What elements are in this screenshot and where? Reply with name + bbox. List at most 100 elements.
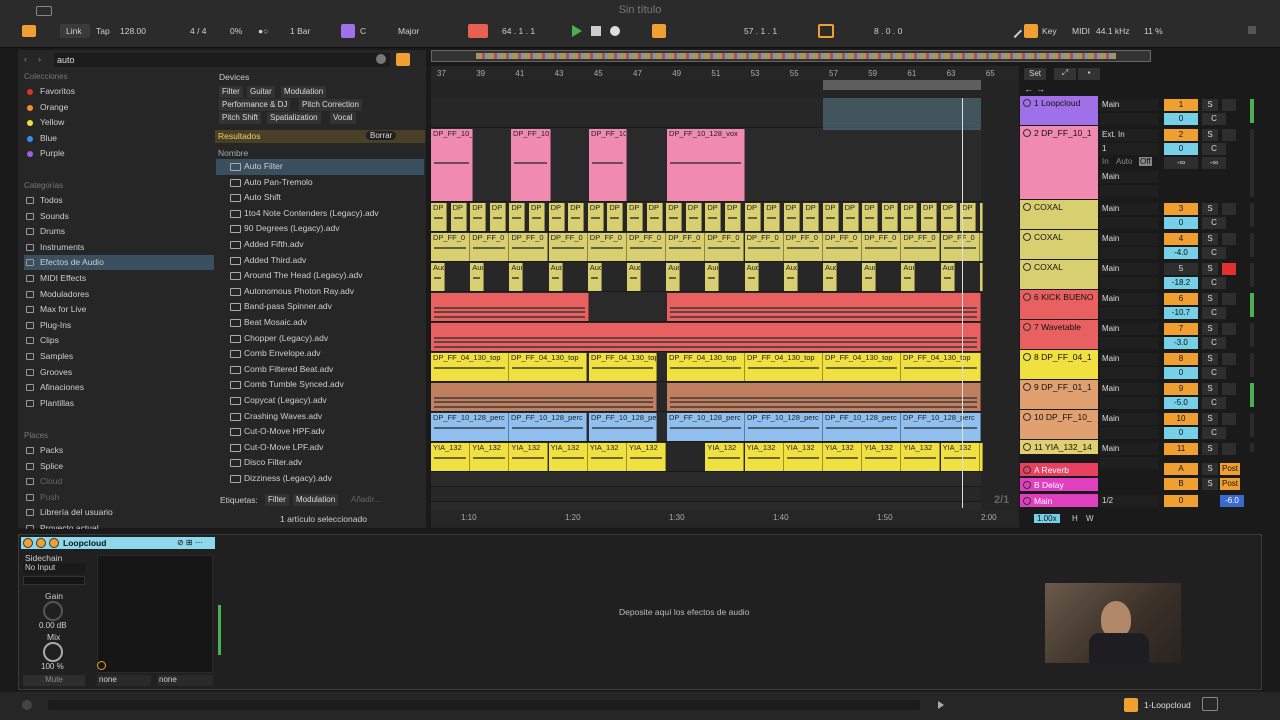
track-lane[interactable]: [431, 292, 981, 322]
filter-tag[interactable]: Vocal: [330, 112, 356, 124]
clip[interactable]: DP_FF_0: [705, 233, 745, 261]
clip[interactable]: YIA_132: [862, 443, 902, 471]
output-select[interactable]: Main: [1100, 99, 1158, 111]
track-lane[interactable]: DP_FF_0 DP_FF_0 DP_FF_0 DP_FF_0 DP_FF_0 DP_FF…: [431, 232, 983, 262]
volume-field[interactable]: 0: [1164, 427, 1198, 439]
clip[interactable]: DP_FF_10_128_perc: [901, 413, 981, 441]
clip[interactable]: DP_FF_0: [783, 233, 823, 261]
clip[interactable]: DP_FF_04_130_top: [509, 353, 587, 381]
clip[interactable]: DP_FF_04_130_top: [745, 353, 823, 381]
place-librería-del-usuario[interactable]: Librería del usuario: [24, 505, 214, 520]
device-preset-icon[interactable]: [49, 538, 59, 548]
pan-field[interactable]: C: [1202, 113, 1226, 125]
output-sub-select[interactable]: [1100, 113, 1158, 125]
clip[interactable]: YIA_132: [979, 443, 983, 471]
clip[interactable]: DP_FF_0: [587, 233, 627, 261]
output-sub-select[interactable]: [1100, 427, 1158, 439]
collection-orange[interactable]: Orange: [24, 100, 214, 115]
clip[interactable]: DP_FF_0: [470, 233, 510, 261]
clip[interactable]: DP: [881, 203, 898, 231]
clear-results-button[interactable]: Borrar: [366, 131, 397, 140]
category-clips[interactable]: Clips: [24, 333, 214, 348]
result-item[interactable]: Dizziness (Legacy).adv: [216, 471, 424, 487]
output-sub-select[interactable]: [1100, 277, 1158, 289]
forward-icon[interactable]: ›: [38, 54, 41, 64]
arrangement-overview[interactable]: [431, 50, 1151, 62]
volume-field[interactable]: 0: [1164, 367, 1198, 379]
clip[interactable]: DP_FF_04_130_top: [901, 353, 981, 381]
clip[interactable]: DP_FF_10_128_vox: [511, 129, 551, 201]
zoom-field[interactable]: 1.00x: [1034, 514, 1060, 523]
clip[interactable]: DP_FF_0: [862, 233, 902, 261]
time-ruler[interactable]: 1:10 1:20 1:30 1:40 1:50 2:00: [431, 510, 1019, 526]
clip[interactable]: DP: [568, 203, 585, 231]
main-activator[interactable]: 0: [1164, 495, 1198, 507]
result-item[interactable]: Auto Shift: [216, 190, 424, 206]
track-lane[interactable]: Aud Aud Aud Aud Aud Aud Aud Aud Aud Aud Aud Aud Aud A…: [431, 262, 983, 292]
warning-icon[interactable]: [1124, 698, 1138, 712]
clip[interactable]: DP_FF_0: [627, 233, 666, 261]
track-activator[interactable]: 7: [1164, 323, 1198, 335]
arm-button[interactable]: [1222, 203, 1236, 215]
main-track[interactable]: Main 1/2 0 -6.0: [1020, 493, 1260, 508]
signature-field[interactable]: 4 / 4: [190, 24, 207, 38]
pan-field[interactable]: C: [1202, 217, 1226, 229]
tempo-field[interactable]: 128.00: [120, 24, 146, 38]
none-select-2[interactable]: none: [157, 675, 213, 686]
solo-button[interactable]: S: [1202, 263, 1218, 275]
track-name[interactable]: 9 DP_FF_01_1: [1020, 380, 1098, 409]
key-map-label[interactable]: Key: [1042, 24, 1057, 38]
automation-arm-icon[interactable]: [652, 24, 666, 38]
volume-field[interactable]: -10.7: [1164, 307, 1198, 319]
result-item[interactable]: Autonomous Photon Ray.adv: [216, 284, 424, 300]
stop-icon[interactable]: [591, 26, 601, 36]
track-name[interactable]: 2 DP_FF_10_1: [1020, 126, 1098, 199]
collection-favoritos[interactable]: Favoritos: [24, 84, 214, 99]
collection-yellow[interactable]: Yellow: [24, 115, 214, 130]
track-name[interactable]: 11 YIA_132_14: [1020, 440, 1098, 454]
track-activator[interactable]: 9: [1164, 383, 1198, 395]
fold-icon[interactable]: [1023, 233, 1031, 241]
clip[interactable]: DP: [979, 203, 983, 231]
result-item[interactable]: 1to4 Note Contenders (Legacy).adv: [216, 206, 424, 222]
pan-field[interactable]: C: [1202, 397, 1226, 409]
solo-button[interactable]: S: [1202, 203, 1218, 215]
place-cloud[interactable]: Cloud: [24, 474, 214, 489]
output-select[interactable]: Main: [1100, 233, 1158, 245]
clip[interactable]: DP_FF_0: [666, 233, 706, 261]
arrangement-view[interactable]: 37 39 41 43 45 47 49 51 53 55 57 59 61 63 65 DP_FF_10_…: [431, 66, 1019, 528]
metronome-icon[interactable]: ●○: [258, 24, 268, 38]
filter-tag[interactable]: Pitch Shift: [219, 112, 262, 124]
clip[interactable]: DP_FF_0: [431, 233, 470, 261]
clip[interactable]: DP_FF_10_128_perc: [667, 413, 745, 441]
clip[interactable]: YIA_132: [823, 443, 862, 471]
arm-button[interactable]: [1222, 413, 1236, 425]
output-select[interactable]: Main: [1100, 383, 1158, 395]
status-scroll[interactable]: [48, 700, 920, 710]
track-activator[interactable]: 2: [1164, 129, 1198, 141]
track-header[interactable]: 7 Wavetable Main 7 S -3.0 C: [1020, 320, 1260, 350]
track-activator[interactable]: 8: [1164, 353, 1198, 365]
clip[interactable]: Aud: [470, 263, 485, 291]
clip[interactable]: DP: [783, 203, 800, 231]
height-h-button[interactable]: H: [1072, 514, 1078, 523]
clip[interactable]: YIA_132: [509, 443, 549, 471]
output-sub-select[interactable]: [1100, 185, 1158, 197]
result-item[interactable]: Beat Mosaic.adv: [216, 315, 424, 331]
nav-left-icon[interactable]: ←: [1024, 84, 1033, 94]
clip[interactable]: DP_FF_10_128_perc: [823, 413, 901, 441]
fold-icon[interactable]: [1023, 203, 1031, 211]
return-name[interactable]: A Reverb: [1020, 463, 1098, 476]
loop-icon[interactable]: [818, 24, 834, 38]
clip[interactable]: Aud: [940, 263, 955, 291]
arm-button[interactable]: [1222, 293, 1236, 305]
clip[interactable]: DP_FF_10_128_perc: [431, 413, 509, 441]
category-plug-ins[interactable]: Plug-Ins: [24, 318, 214, 333]
beat-ruler[interactable]: 37 39 41 43 45 47 49 51 53 55 57 59 61 63 65: [431, 66, 1019, 80]
track-lane[interactable]: DP DP DP DP DP DP DP DP DP DP DP DP DP DP DP DP DP DP DP DP…: [431, 202, 983, 232]
clip[interactable]: DP_FF_04_130_top: [823, 353, 901, 381]
return-track[interactable]: B Delay B S Post: [1020, 477, 1260, 492]
search-input[interactable]: [54, 53, 390, 67]
clip[interactable]: DP: [470, 203, 487, 231]
midi-map-label[interactable]: MIDI: [1072, 24, 1090, 38]
